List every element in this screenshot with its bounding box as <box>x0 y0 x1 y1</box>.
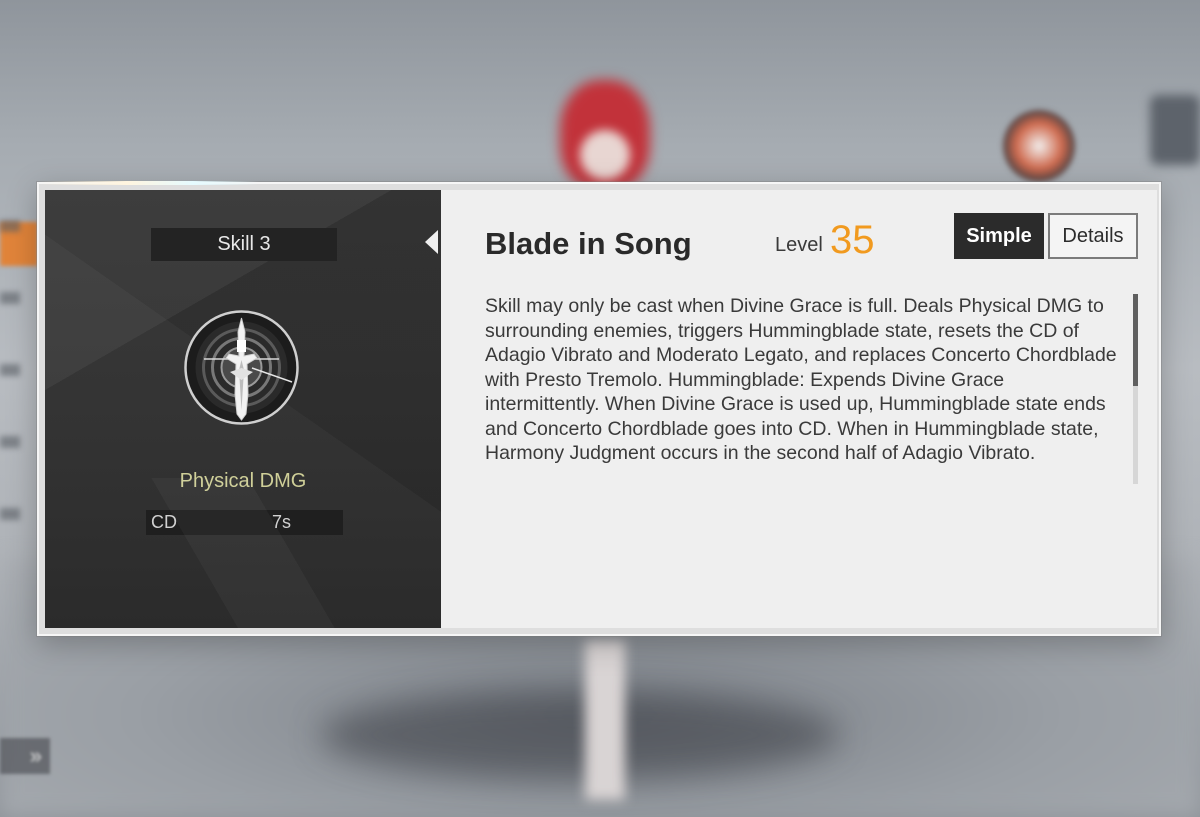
skill-name-title: Blade in Song <box>485 226 692 261</box>
side-menu-icon <box>1150 95 1200 165</box>
skill-slot-label: Skill 3 <box>151 228 337 261</box>
cooldown-value: 7s <box>272 512 292 532</box>
skill-detail-dialog: Skill 3 Physical DMG CD 7s Blade in Song… <box>37 181 1161 636</box>
sword-emblem-icon <box>184 310 299 425</box>
character-shadow <box>320 690 840 780</box>
skill-summary-panel: Skill 3 Physical DMG CD 7s <box>45 190 441 628</box>
panel-pointer <box>425 230 438 254</box>
level-value: 35 <box>830 218 875 262</box>
scrollbar-thumb[interactable] <box>1133 294 1138 386</box>
tab-details-button[interactable]: Details <box>1048 213 1138 259</box>
chevron-right-icon[interactable]: » <box>0 738 50 774</box>
element-orb-icon <box>1003 110 1075 182</box>
cooldown-bar: CD 7s <box>146 510 343 535</box>
level-label: Level <box>775 234 823 256</box>
description-scroll-area[interactable]: Skill may only be cast when Divine Grace… <box>485 294 1117 484</box>
damage-type-label: Physical DMG <box>179 470 307 492</box>
character-face <box>580 130 630 180</box>
character-leg <box>585 640 625 800</box>
tab-simple-button[interactable]: Simple <box>954 213 1044 259</box>
skill-description-panel: Blade in Song Level 35 Simple Details Sk… <box>441 190 1157 628</box>
cooldown-label: CD <box>151 512 177 532</box>
side-tab-list <box>0 160 20 520</box>
skill-description-text: Skill may only be cast when Divine Grace… <box>485 295 1117 464</box>
